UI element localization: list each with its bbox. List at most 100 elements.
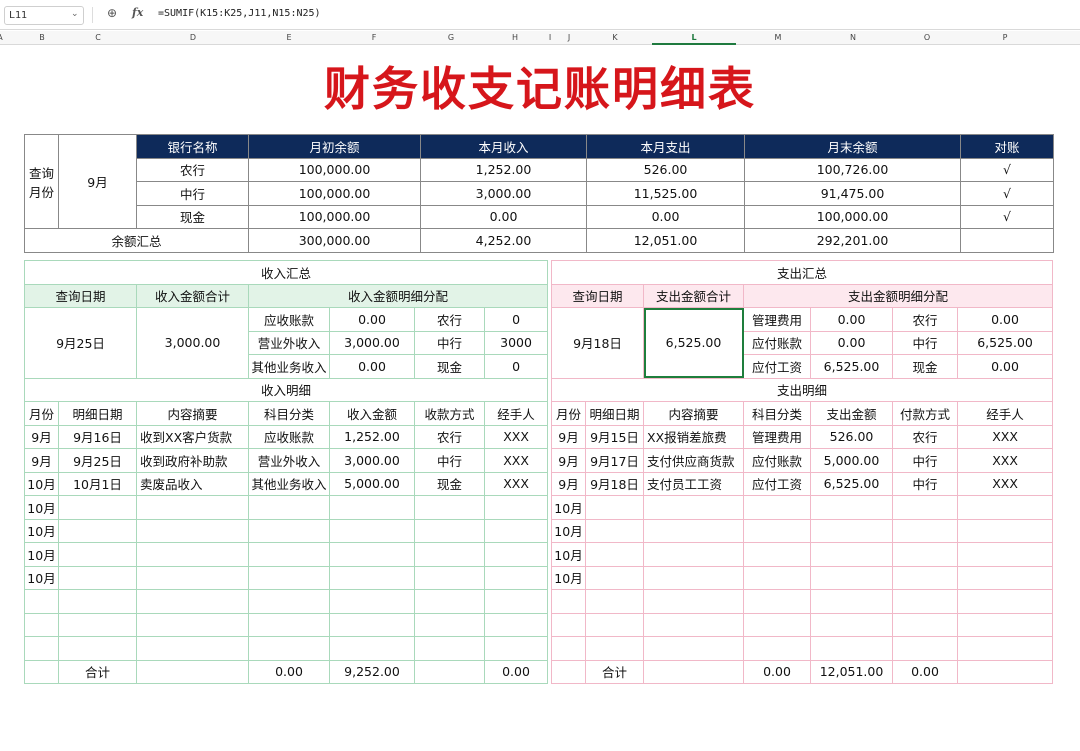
summary-cell[interactable]: 0.00 xyxy=(420,204,587,229)
table-cell[interactable]: XXX xyxy=(483,471,549,496)
table-cell[interactable] xyxy=(483,518,549,543)
table-cell[interactable] xyxy=(136,636,249,661)
total-cell[interactable]: 0.00 xyxy=(483,659,549,684)
table-cell[interactable] xyxy=(810,636,893,661)
total-cell[interactable]: 0.00 xyxy=(743,659,811,684)
section-title[interactable]: 支出汇总 xyxy=(550,260,1054,285)
table-cell[interactable] xyxy=(248,589,330,614)
table-cell[interactable] xyxy=(810,565,893,590)
table-cell[interactable] xyxy=(483,495,549,520)
total-label[interactable]: 余额汇总 xyxy=(24,228,249,253)
table-cell[interactable] xyxy=(956,542,1054,567)
total-value[interactable]: 300,000.00 xyxy=(248,228,421,253)
table-cell[interactable] xyxy=(414,612,485,637)
table-cell[interactable] xyxy=(743,518,811,543)
column-header[interactable]: 收入金额 xyxy=(329,401,415,426)
table-cell[interactable] xyxy=(329,495,415,520)
table-cell[interactable] xyxy=(810,542,893,567)
table-cell[interactable]: 收到政府补助款 xyxy=(136,448,249,473)
table-cell[interactable] xyxy=(810,495,893,520)
table-cell[interactable]: 9月17日 xyxy=(585,448,644,473)
allocation-cell[interactable]: 3,000.00 xyxy=(329,330,415,355)
column-header[interactable]: 经手人 xyxy=(483,401,549,426)
column-header[interactable]: P xyxy=(969,31,1042,45)
summary-cell[interactable]: 526.00 xyxy=(586,157,745,182)
allocation-cell[interactable]: 农行 xyxy=(414,307,485,332)
chevron-down-icon[interactable]: ⌄ xyxy=(71,9,79,19)
table-cell[interactable] xyxy=(58,495,137,520)
summary-cell[interactable]: 中行 xyxy=(136,181,249,206)
table-cell[interactable] xyxy=(551,636,586,661)
allocation-cell[interactable]: 0.00 xyxy=(810,307,893,332)
column-header[interactable]: 科目分类 xyxy=(743,401,811,426)
table-cell[interactable]: 6,525.00 xyxy=(810,471,893,496)
column-header[interactable]: D xyxy=(145,31,241,45)
table-cell[interactable]: 3,000.00 xyxy=(329,448,415,473)
table-cell[interactable]: XXX xyxy=(956,424,1054,449)
table-cell[interactable]: 收到XX客户货款 xyxy=(136,424,249,449)
table-cell[interactable] xyxy=(248,565,330,590)
table-cell[interactable]: XXX xyxy=(956,448,1054,473)
table-cell[interactable]: 9月 xyxy=(551,448,586,473)
total-cell[interactable]: 0.00 xyxy=(892,659,958,684)
allocation-cell[interactable]: 6,525.00 xyxy=(956,330,1054,355)
table-cell[interactable] xyxy=(892,589,958,614)
total-cell[interactable]: 9,252.00 xyxy=(329,659,415,684)
table-cell[interactable] xyxy=(810,589,893,614)
table-cell[interactable]: XX报销差旅费 xyxy=(643,424,744,449)
table-cell[interactable] xyxy=(956,565,1054,590)
table-cell[interactable] xyxy=(58,589,137,614)
table-cell[interactable] xyxy=(956,612,1054,637)
total-value[interactable]: 6,525.00 xyxy=(643,307,744,379)
table-cell[interactable]: 526.00 xyxy=(810,424,893,449)
table-cell[interactable] xyxy=(414,542,485,567)
table-cell[interactable] xyxy=(414,565,485,590)
column-header[interactable]: N xyxy=(816,31,890,45)
table-cell[interactable]: 应付账款 xyxy=(743,448,811,473)
column-header[interactable]: M xyxy=(741,31,816,45)
total-cell[interactable] xyxy=(956,659,1054,684)
table-cell[interactable]: 9月25日 xyxy=(58,448,137,473)
query-month-value[interactable]: 9月 xyxy=(58,134,137,229)
table-cell[interactable]: 支付员工工资 xyxy=(643,471,744,496)
table-cell[interactable] xyxy=(329,612,415,637)
section-title[interactable]: 支出明细 xyxy=(550,377,1054,402)
table-cell[interactable] xyxy=(585,636,644,661)
table-cell[interactable]: 1,252.00 xyxy=(329,424,415,449)
column-header[interactable]: 收款方式 xyxy=(414,401,485,426)
table-cell[interactable]: 营业外收入 xyxy=(248,448,330,473)
allocation-header[interactable]: 支出金额明细分配 xyxy=(742,283,1054,308)
column-header[interactable]: K xyxy=(576,31,655,45)
column-header[interactable]: H xyxy=(498,31,533,45)
summary-cell[interactable]: 3,000.00 xyxy=(420,181,587,206)
total-cell[interactable] xyxy=(24,659,59,684)
column-header[interactable]: 本月收入 xyxy=(420,134,587,159)
table-cell[interactable] xyxy=(136,518,249,543)
allocation-cell[interactable]: 应付账款 xyxy=(743,330,811,355)
table-cell[interactable] xyxy=(136,542,249,567)
allocation-cell[interactable]: 营业外收入 xyxy=(248,330,330,355)
allocation-cell[interactable]: 农行 xyxy=(892,307,958,332)
table-cell[interactable] xyxy=(743,612,811,637)
allocation-cell[interactable]: 应付工资 xyxy=(743,354,811,379)
table-cell[interactable] xyxy=(892,612,958,637)
column-header[interactable]: 明细日期 xyxy=(585,401,644,426)
zoom-icon[interactable]: ⊕ xyxy=(107,6,117,20)
table-cell[interactable] xyxy=(58,565,137,590)
table-cell[interactable]: 支付供应商货款 xyxy=(643,448,744,473)
allocation-cell[interactable]: 现金 xyxy=(414,354,485,379)
table-cell[interactable] xyxy=(24,636,59,661)
table-cell[interactable] xyxy=(414,589,485,614)
summary-cell[interactable]: 100,000.00 xyxy=(744,204,961,229)
table-cell[interactable] xyxy=(643,636,744,661)
table-cell[interactable]: XXX xyxy=(956,471,1054,496)
query-date-header[interactable]: 查询日期 xyxy=(24,283,137,308)
allocation-header[interactable]: 收入金额明细分配 xyxy=(247,283,549,308)
table-cell[interactable] xyxy=(585,565,644,590)
column-header[interactable]: C xyxy=(51,31,146,45)
table-cell[interactable]: 10月1日 xyxy=(58,471,137,496)
table-cell[interactable] xyxy=(483,636,549,661)
table-cell[interactable] xyxy=(892,542,958,567)
total-cell[interactable] xyxy=(551,659,586,684)
total-cell[interactable]: 合计 xyxy=(58,659,137,684)
